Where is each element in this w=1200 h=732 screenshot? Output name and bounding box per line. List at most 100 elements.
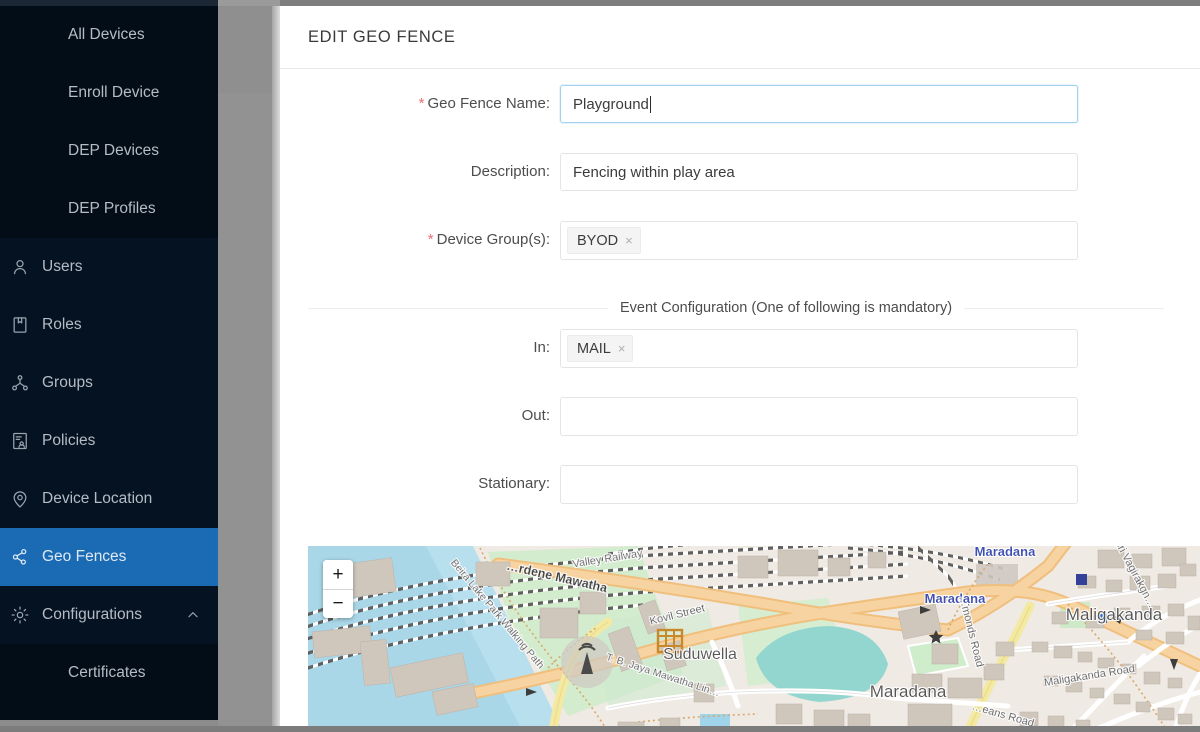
tag-chip[interactable]: MAIL ×: [567, 335, 633, 362]
device_groups-field-wrap: BYOD ×: [560, 221, 1200, 260]
out-field-wrap: [560, 397, 1200, 436]
geo_fence_name-input[interactable]: Playground: [560, 85, 1078, 123]
description-input[interactable]: Fencing within play area: [560, 153, 1078, 191]
sidebar-item-all-devices[interactable]: All Devices: [0, 6, 218, 64]
sidebar-item-icon-placeholder: [34, 139, 58, 163]
sidebar-item-certificates[interactable]: Certificates: [0, 644, 218, 702]
sidebar-item-label: Roles: [42, 316, 218, 334]
field-label-text: Out:: [522, 407, 550, 424]
device_groups-input[interactable]: BYOD ×: [560, 221, 1078, 260]
map-label: Maradana: [870, 682, 947, 701]
sidebar-item-label: All Devices: [68, 26, 218, 44]
field-label-text: Description:: [471, 163, 550, 180]
geo-fence-icon: [8, 545, 32, 569]
form-row-geo_fence_name: *Geo Fence Name: Playground: [280, 85, 1200, 153]
main-fields-group: *Geo Fence Name:PlaygroundDescription:Fe…: [280, 85, 1200, 289]
sidebar-item-label: Groups: [42, 374, 218, 392]
sidebar-item-label: Policies: [42, 432, 218, 450]
policies-icon: [8, 429, 32, 453]
app-root: All Devices Enroll Device DEP Devices DEP P…: [0, 0, 1200, 732]
tag-chip-label: MAIL: [577, 341, 611, 357]
sidebar-item-dep-profiles[interactable]: DEP Profiles: [0, 180, 218, 238]
roles-icon: [8, 313, 32, 337]
sidebar-item-label: Certificates: [68, 664, 218, 682]
map-zoom-out-button[interactable]: −: [323, 589, 353, 618]
description-value: Fencing within play area: [573, 164, 735, 181]
form-row-in: In: MAIL ×: [280, 329, 1200, 397]
sidebar-item-device-location[interactable]: Device Location: [0, 470, 218, 528]
map-canvas[interactable]: MaradanaMaradanaMaradanaMaligakandaSuduw…: [308, 546, 1200, 726]
sidebar-item-label: Configurations: [42, 606, 182, 624]
description-field-wrap: Fencing within play area: [560, 153, 1200, 191]
location-pin-icon: [8, 487, 32, 511]
sidebar-item-label: Geo Fences: [42, 548, 218, 566]
sidebar-item-label: Device Location: [42, 490, 218, 508]
field-label-text: Device Group(s):: [437, 231, 550, 248]
sidebar-item-partial[interactable]: [0, 702, 218, 720]
field-label-text: Stationary:: [478, 475, 550, 492]
form-row-out: Out:: [280, 397, 1200, 465]
sidebar-item-icon-placeholder: [34, 81, 58, 105]
map-zoom-controls[interactable]: + −: [323, 560, 353, 618]
map-label: Maradana: [975, 546, 1036, 559]
geo-fence-map[interactable]: MaradanaMaradanaMaradanaMaligakandaSuduw…: [308, 546, 1200, 726]
tag-chip-remove-icon[interactable]: ×: [618, 341, 626, 356]
geo_fence_name-label: *Geo Fence Name:: [280, 85, 560, 112]
sidebar-item-users[interactable]: Users: [0, 238, 218, 296]
chevron-up-icon[interactable]: [182, 608, 204, 622]
sidebar-item-roles[interactable]: Roles: [0, 296, 218, 354]
in-field-wrap: MAIL ×: [560, 329, 1200, 368]
sidebar-item-icon-placeholder: [34, 661, 58, 685]
stationary-input[interactable]: [560, 465, 1078, 504]
divider-line-left: [308, 308, 608, 309]
divider-line-right: [964, 308, 1164, 309]
tag-chip[interactable]: BYOD ×: [567, 227, 641, 254]
tag-chip-label: BYOD: [577, 233, 618, 249]
out-label: Out:: [280, 397, 560, 424]
gear-icon: [8, 603, 32, 627]
field-label-text: Geo Fence Name:: [427, 95, 550, 112]
sidebar-item-geo-fences[interactable]: Geo Fences: [0, 528, 218, 586]
form-row-description: Description: Fencing within play area: [280, 153, 1200, 221]
in-label: In:: [280, 329, 560, 356]
required-asterisk: *: [428, 231, 434, 248]
event-configuration-divider: Event Configuration (One of following is…: [308, 293, 1164, 323]
tag-chip-remove-icon[interactable]: ×: [625, 233, 633, 248]
window-bottom-strip: [0, 726, 1200, 732]
sidebar-item-label: Users: [42, 258, 218, 276]
map-zoom-in-button[interactable]: +: [323, 560, 353, 589]
edit-geo-fence-dialog: EDIT GEO FENCE *Geo Fence Name:Playgroun…: [280, 6, 1200, 726]
description-label: Description:: [280, 153, 560, 180]
groups-icon: [8, 371, 32, 395]
field-label-text: In:: [533, 339, 550, 356]
modal-backdrop-edge: [272, 6, 280, 726]
stationary-label: Stationary:: [280, 465, 560, 492]
sidebar-item-configurations[interactable]: Configurations: [0, 586, 218, 644]
sidebar-nav: All Devices Enroll Device DEP Devices DEP P…: [0, 6, 218, 720]
stationary-field-wrap: [560, 465, 1200, 504]
sidebar-item-icon-placeholder: [34, 23, 58, 47]
form-row-stationary: Stationary:: [280, 465, 1200, 533]
page-title: EDIT GEO FENCE: [308, 28, 455, 47]
device_groups-label: *Device Group(s):: [280, 221, 560, 248]
in-input[interactable]: MAIL ×: [560, 329, 1078, 368]
sidebar-item-enroll-device[interactable]: Enroll Device: [0, 64, 218, 122]
sidebar-item-policies[interactable]: Policies: [0, 412, 218, 470]
geo_fence_name-value: Playground: [573, 96, 649, 113]
sidebar-item-label: DEP Profiles: [68, 200, 218, 218]
user-icon: [8, 255, 32, 279]
dialog-header: EDIT GEO FENCE: [280, 6, 1200, 69]
sidebar-item-dep-devices[interactable]: DEP Devices: [0, 122, 218, 180]
sidebar-item-groups[interactable]: Groups: [0, 354, 218, 412]
geo_fence_name-field-wrap: Playground: [560, 85, 1200, 123]
dialog-body: *Geo Fence Name:PlaygroundDescription:Fe…: [280, 69, 1200, 533]
out-input[interactable]: [560, 397, 1078, 436]
modal-backdrop-lower[interactable]: [218, 93, 280, 726]
sidebar-item-icon-placeholder: [34, 197, 58, 221]
sidebar-item-label: Enroll Device: [68, 84, 218, 102]
form-row-device_groups: *Device Group(s): BYOD ×: [280, 221, 1200, 289]
event-fields-group: In: MAIL × Out: Stationary:: [280, 329, 1200, 533]
text-cursor: [650, 96, 651, 113]
required-asterisk: *: [419, 95, 425, 112]
event-configuration-caption: Event Configuration (One of following is…: [608, 300, 964, 316]
